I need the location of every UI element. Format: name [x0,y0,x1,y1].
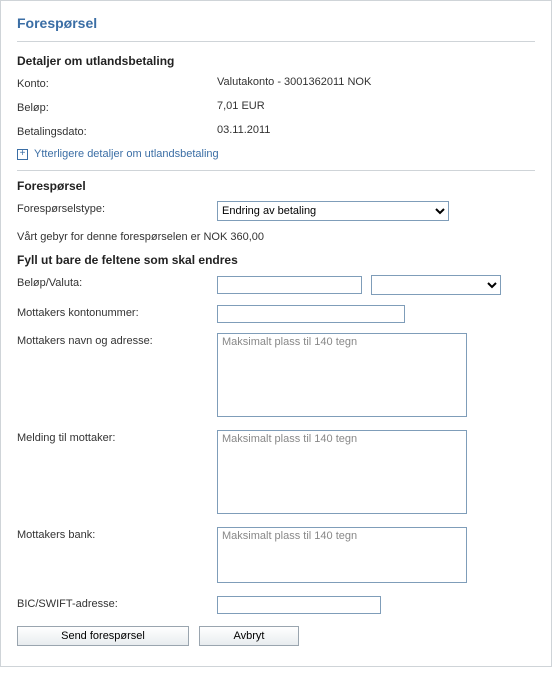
send-request-button[interactable]: Send forespørsel [17,626,189,646]
value-amount: 7,01 EUR [217,100,265,112]
row-date: Betalingsdato: 03.11.2011 [17,124,535,138]
row-form-bic: BIC/SWIFT-adresse: [17,596,535,614]
row-form-amount: Beløp/Valuta: [17,275,535,295]
request-type-select[interactable]: Endring av betaling [217,201,449,221]
page-title: Forespørsel [17,11,535,42]
row-request-type: Forespørselstype: Endring av betaling [17,201,535,221]
amount-input[interactable] [217,276,362,294]
label-form-account: Mottakers kontonummer: [17,305,217,319]
cancel-button[interactable]: Avbryt [199,626,299,646]
row-account: Konto: Valutakonto - 3001362011 NOK [17,76,535,90]
button-row: Send forespørsel Avbryt [17,626,535,646]
fee-text: Vårt gebyr for denne forespørselen er NO… [17,231,535,243]
label-form-bank: Mottakers bank: [17,527,217,541]
currency-select[interactable] [371,275,501,295]
label-account: Konto: [17,76,217,90]
label-request-type: Forespørselstype: [17,201,217,215]
message-textarea[interactable] [217,430,467,514]
row-amount: Beløp: 7,01 EUR [17,100,535,114]
label-form-amount: Beløp/Valuta: [17,275,217,289]
label-amount: Beløp: [17,100,217,114]
recipient-account-input[interactable] [217,305,405,323]
expand-details-link[interactable]: + Ytterligere detaljer om utlandsbetalin… [17,148,535,160]
label-form-message: Melding til mottaker: [17,430,217,444]
request-heading: Forespørsel [17,179,535,193]
value-date: 03.11.2011 [217,124,270,136]
expand-details-label: Ytterligere detaljer om utlandsbetaling [34,148,219,160]
plus-icon: + [17,149,28,160]
value-account: Valutakonto - 3001362011 NOK [217,76,371,88]
form-heading: Fyll ut bare de feltene som skal endres [17,253,535,267]
recipient-bank-textarea[interactable] [217,527,467,583]
label-form-name: Mottakers navn og adresse: [17,333,217,347]
details-heading: Detaljer om utlandsbetaling [17,54,535,68]
row-form-name: Mottakers navn og adresse: [17,333,535,420]
recipient-name-textarea[interactable] [217,333,467,417]
row-form-message: Melding til mottaker: [17,430,535,517]
page-container: Forespørsel Detaljer om utlandsbetaling … [0,0,552,667]
divider [17,170,535,171]
row-form-account: Mottakers kontonummer: [17,305,535,323]
row-form-bank: Mottakers bank: [17,527,535,586]
label-form-bic: BIC/SWIFT-adresse: [17,596,217,610]
bic-swift-input[interactable] [217,596,381,614]
label-date: Betalingsdato: [17,124,217,138]
